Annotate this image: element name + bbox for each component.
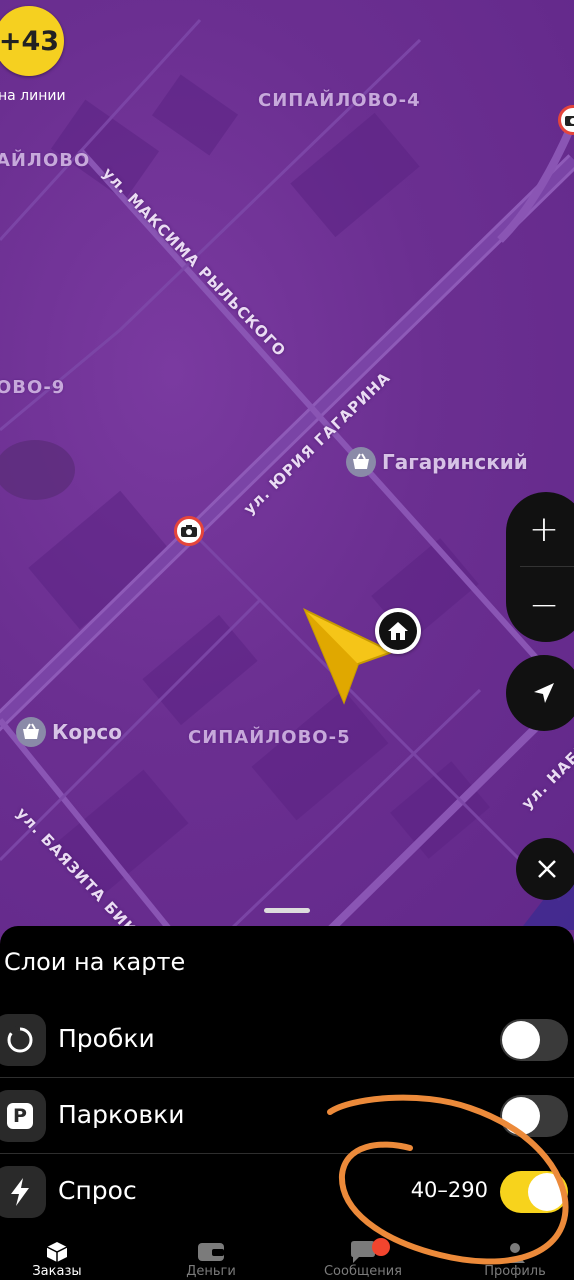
layer-label: Парковки	[58, 1100, 185, 1129]
my-location-button[interactable]	[506, 655, 574, 731]
demand-toggle[interactable]	[500, 1171, 568, 1213]
district-label: СИПАЙЛОВО-5	[188, 727, 351, 748]
zoom-in-button[interactable]: +	[506, 492, 574, 566]
parking-p-icon: P	[0, 1090, 46, 1142]
map-view[interactable]: СИПАЙЛОВО-4 АЙЛОВО ОВО-9 СИПАЙЛОВО-5 ул.…	[0, 0, 574, 930]
nav-money[interactable]: Деньги	[156, 1234, 266, 1280]
zoom-out-button[interactable]: −	[506, 568, 574, 642]
zoom-controls: + −	[506, 492, 574, 642]
lightning-icon	[0, 1166, 46, 1218]
wallet-icon	[197, 1240, 225, 1264]
nav-profile[interactable]: Профиль	[460, 1234, 570, 1280]
bottom-navigation: Заказы Деньги Сообщения Профиль	[0, 1234, 574, 1280]
poi-label: Гагаринский	[382, 450, 528, 474]
poi-label: Корсо	[52, 720, 122, 744]
layer-row-parking[interactable]: P Парковки	[0, 1078, 574, 1154]
district-label: АЙЛОВО	[0, 150, 91, 171]
map-layers-sheet: Слои на карте Пробки P Парковки Спрос 40…	[0, 926, 574, 1280]
divider	[520, 566, 574, 567]
profile-icon	[503, 1240, 527, 1264]
home-icon[interactable]	[375, 608, 421, 654]
online-status-label: на линии	[0, 88, 66, 104]
speed-camera-icon[interactable]	[174, 516, 204, 546]
layer-label: Пробки	[58, 1024, 155, 1053]
shopping-basket-icon	[346, 447, 376, 477]
nav-orders[interactable]: Заказы	[2, 1234, 112, 1280]
orders-cube-icon	[45, 1240, 69, 1264]
close-layers-button[interactable]	[516, 838, 574, 900]
navigation-arrow-icon	[534, 683, 554, 703]
district-label: ОВО-9	[0, 377, 66, 398]
layer-label: Спрос	[58, 1176, 137, 1205]
poi-gagarinsky[interactable]: Гагаринский	[346, 447, 528, 477]
close-icon	[538, 860, 556, 878]
unread-badge	[372, 1238, 390, 1256]
poi-korso[interactable]: Корсо	[16, 717, 122, 747]
sheet-title: Слои на карте	[4, 948, 186, 976]
traffic-toggle[interactable]	[500, 1019, 568, 1061]
traffic-circle-icon	[0, 1014, 46, 1066]
layer-row-demand[interactable]: Спрос 40–290	[0, 1154, 574, 1230]
parking-toggle[interactable]	[500, 1095, 568, 1137]
demand-range: 40–290	[410, 1178, 488, 1202]
layer-row-traffic[interactable]: Пробки	[0, 1002, 574, 1078]
district-label: СИПАЙЛОВО-4	[258, 90, 421, 111]
sheet-grabber[interactable]	[264, 908, 310, 913]
shopping-basket-icon	[16, 717, 46, 747]
nav-messages[interactable]: Сообщения	[308, 1234, 418, 1280]
